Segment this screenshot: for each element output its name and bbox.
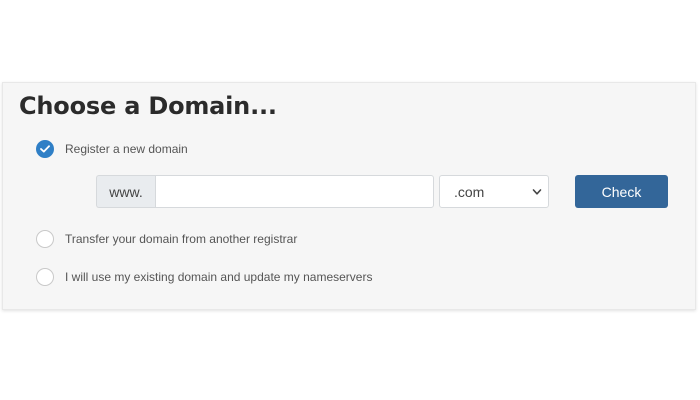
existing-domain-radio[interactable] bbox=[36, 268, 54, 286]
option-label: Transfer your domain from another regist… bbox=[65, 232, 298, 246]
option-transfer-domain[interactable]: Transfer your domain from another regist… bbox=[36, 229, 297, 249]
www-prefix: www. bbox=[96, 175, 155, 208]
chevron-down-icon bbox=[532, 189, 542, 195]
option-label: I will use my existing domain and update… bbox=[65, 270, 373, 284]
register-radio[interactable] bbox=[36, 140, 54, 158]
tld-select[interactable]: .com bbox=[439, 175, 549, 208]
domain-name-input[interactable] bbox=[155, 175, 434, 208]
check-button[interactable]: Check bbox=[575, 175, 668, 208]
tld-selected-value: .com bbox=[454, 183, 485, 200]
option-label: Register a new domain bbox=[65, 142, 188, 156]
option-use-existing-domain[interactable]: I will use my existing domain and update… bbox=[36, 267, 372, 287]
panel-title: Choose a Domain... bbox=[19, 92, 277, 120]
transfer-radio[interactable] bbox=[36, 230, 54, 248]
option-register-new-domain[interactable]: Register a new domain bbox=[36, 139, 188, 159]
check-icon bbox=[40, 145, 50, 153]
choose-domain-panel: Choose a Domain... Register a new domain… bbox=[2, 82, 696, 310]
